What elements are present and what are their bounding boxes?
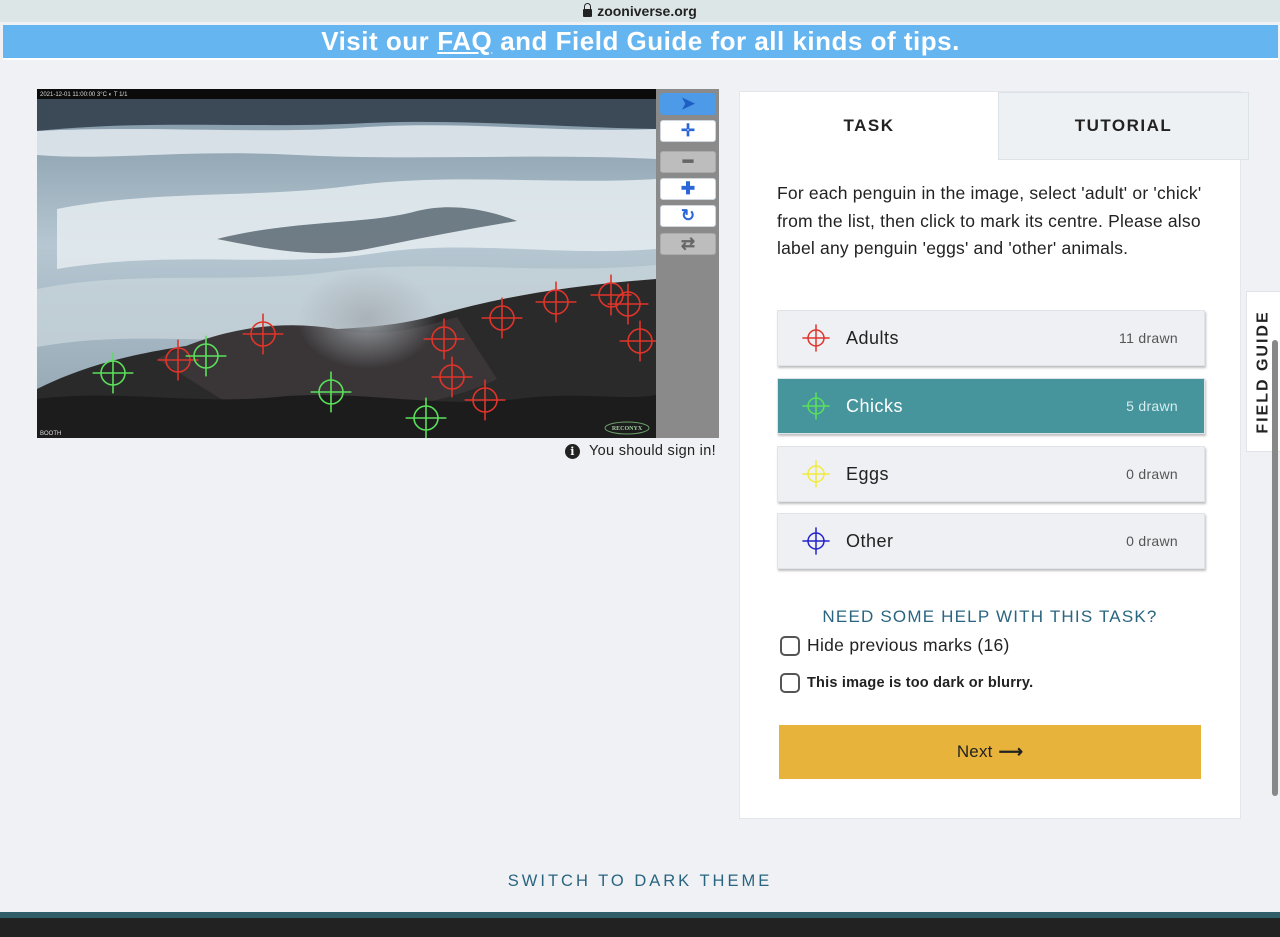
plus-icon: ✚ — [680, 179, 696, 198]
task-help-link[interactable]: NEED SOME HELP WITH THIS TASK? — [740, 607, 1240, 627]
next-button[interactable]: Next ⟶ — [779, 725, 1201, 779]
subject-viewer: 2021-12-01 11:00:00 3°C ◐ T 1/1 BOOTH RE… — [37, 89, 719, 438]
task-tabs: TASK TUTORIAL — [740, 92, 1249, 160]
image-toolbar: ➤ ✛ ━ ✚ ↻ ⇄ — [656, 89, 719, 438]
task-panel: TASK TUTORIAL For each penguin in the im… — [739, 91, 1249, 819]
info-icon: i — [565, 443, 580, 459]
camera-overlay-text: 2021-12-01 11:00:00 3°C ◐ T 1/1 — [40, 92, 128, 98]
banner-text-before: Visit our — [321, 26, 430, 56]
next-label: Next — [956, 742, 993, 761]
arrow-right-icon: ⟶ — [998, 742, 1024, 761]
address-bar[interactable]: zooniverse.org — [0, 0, 1280, 22]
hide-marks-option[interactable]: Hide previous marks (16) — [780, 635, 1010, 656]
choice-label: Chicks — [846, 395, 904, 416]
tips-banner: Visit our FAQ and Field Guide for all ki… — [3, 25, 1278, 60]
minus-icon: ━ — [682, 152, 694, 171]
camera-corner-label: BOOTH — [40, 431, 61, 437]
lock-icon — [583, 3, 593, 17]
choice-count: 5 drawn — [1126, 398, 1178, 414]
field-guide-label: FIELD GUIDE — [1254, 309, 1272, 434]
switch-theme-link[interactable]: SWITCH TO DARK THEME — [0, 872, 1280, 891]
banner-text-after: and Field Guide for all kinds of tips. — [500, 26, 960, 56]
subject-image[interactable]: 2021-12-01 11:00:00 3°C ◐ T 1/1 BOOTH RE… — [37, 89, 656, 438]
url-text: zooniverse.org — [597, 3, 697, 19]
crosshair-icon-adults — [802, 324, 830, 352]
too-dark-label: This image is too dark or blurry. — [807, 675, 1034, 691]
hide-marks-label: Hide previous marks (16) — [807, 635, 1010, 655]
reset-button[interactable]: ⇄ — [660, 233, 716, 255]
choice-count: 11 drawn — [1119, 330, 1178, 346]
crosshair-icon-chicks — [802, 392, 830, 420]
too-dark-option[interactable]: This image is too dark or blurry. — [780, 673, 1033, 693]
crosshair-icon-eggs — [802, 460, 830, 488]
image-canvas[interactable]: 2021-12-01 11:00:00 3°C ◐ T 1/1 BOOTH RE… — [37, 89, 656, 438]
tab-task[interactable]: TASK — [740, 92, 998, 160]
choice-label: Eggs — [846, 463, 890, 484]
task-instruction: For each penguin in the image, select 'a… — [777, 183, 1202, 258]
rotate-button[interactable]: ↻ — [660, 205, 716, 227]
zoom-in-button[interactable]: ✚ — [660, 178, 716, 200]
pointer-tool-button[interactable]: ➤ — [660, 93, 716, 115]
rotate-icon: ↻ — [680, 206, 696, 225]
move-tool-button[interactable]: ✛ — [660, 120, 716, 142]
site-footer — [0, 912, 1280, 937]
page-scrollbar[interactable] — [1272, 340, 1278, 796]
zoom-out-button[interactable]: ━ — [660, 151, 716, 173]
choice-count: 0 drawn — [1126, 533, 1178, 549]
faq-link[interactable]: FAQ — [437, 26, 492, 57]
svg-text:RECONYX: RECONYX — [612, 426, 643, 432]
choice-chicks[interactable]: Chicks 5 drawn — [777, 378, 1205, 434]
choice-adults[interactable]: Adults 11 drawn — [777, 310, 1205, 366]
choice-label: Adults — [846, 327, 900, 348]
sign-in-text: You should sign in! — [589, 443, 716, 459]
reset-icon: ⇄ — [680, 234, 696, 253]
choice-count: 0 drawn — [1126, 466, 1178, 482]
choice-label: Other — [846, 530, 894, 551]
pointer-icon: ➤ — [680, 94, 696, 113]
choice-eggs[interactable]: Eggs 0 drawn — [777, 446, 1205, 502]
too-dark-checkbox[interactable] — [780, 673, 800, 693]
hide-marks-checkbox[interactable] — [780, 635, 800, 656]
choice-other[interactable]: Other 0 drawn — [777, 513, 1205, 569]
tab-tutorial[interactable]: TUTORIAL — [998, 92, 1249, 160]
crosshair-icon-other — [802, 527, 830, 555]
sign-in-notice: i You should sign in! — [565, 443, 716, 459]
move-icon: ✛ — [680, 121, 696, 140]
